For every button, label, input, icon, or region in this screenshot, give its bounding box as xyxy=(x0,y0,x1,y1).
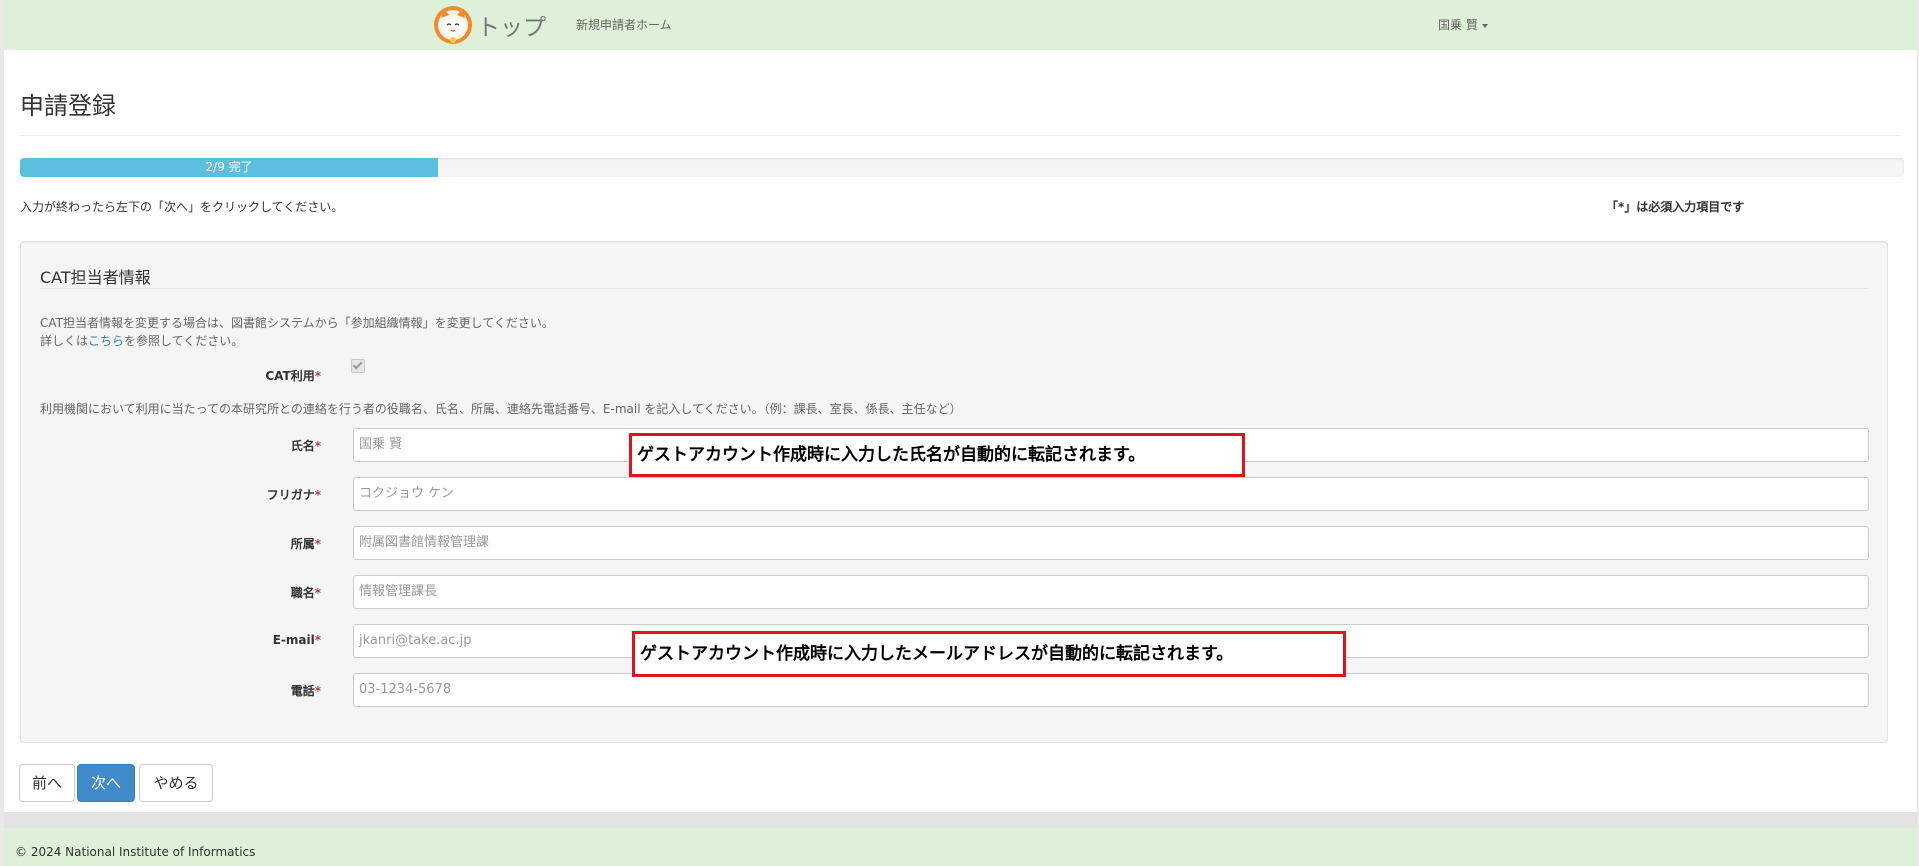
brand-label: トップ xyxy=(477,15,546,41)
position-label-text: 職名 xyxy=(290,586,315,600)
cat-usage-checkbox[interactable] xyxy=(351,359,365,373)
caret-down-icon xyxy=(1481,23,1488,28)
position-label: 職名* xyxy=(21,584,321,601)
footer: © 2024 National Institute of Informatics xyxy=(4,828,1917,866)
progress-track: 2/9 完了 xyxy=(20,158,1904,177)
page: トップ 新規申請者ホーム 国乗 賢 申請登録 2/9 完了 入力が終わったら左下… xyxy=(4,0,1917,866)
required-mark: * xyxy=(314,684,321,698)
help-text-contact: 利用機関において利用に当たっての本研究所との連絡を行う者の役職名、氏名、所属、連… xyxy=(40,402,962,416)
help-prefix: 詳しくは xyxy=(40,334,89,348)
next-button[interactable]: 次へ xyxy=(77,764,135,802)
required-mark: * xyxy=(314,537,321,551)
progress-bar: 2/9 完了 xyxy=(20,158,439,177)
phone-label-text: 電話 xyxy=(290,684,315,698)
required-mark: * xyxy=(314,633,321,647)
nav-link-new-applicant-home[interactable]: 新規申請者ホーム xyxy=(576,16,672,33)
cat-usage-label: CAT利用* xyxy=(21,367,321,384)
furigana-label: フリガナ* xyxy=(21,486,321,503)
footer-separator xyxy=(4,812,1917,828)
name-autofill-callout: ゲストアカウント作成時に入力した氏名が自動的に転記されます。 xyxy=(629,433,1245,477)
help-suffix: を参照してください。 xyxy=(124,334,244,348)
phone-label: 電話* xyxy=(21,682,321,699)
user-name: 国乗 賢 xyxy=(1438,18,1478,32)
required-mark: * xyxy=(314,369,321,383)
name-label-text: 氏名 xyxy=(290,439,315,453)
furigana-field[interactable]: コクジョウ ケン xyxy=(353,477,1869,511)
legend-divider xyxy=(40,288,1868,289)
prev-button[interactable]: 前へ xyxy=(19,764,75,802)
required-mark: * xyxy=(314,586,321,600)
title-divider xyxy=(20,135,1901,136)
copyright-text: © 2024 National Institute of Informatics xyxy=(15,845,256,859)
cancel-button[interactable]: やめる xyxy=(139,764,213,802)
affiliation-label: 所属* xyxy=(21,535,321,552)
furigana-label-text: フリガナ xyxy=(266,488,315,502)
required-note: 「*」は必須入力項目です xyxy=(1606,200,1745,214)
cat-logo-icon xyxy=(434,6,472,44)
email-autofill-callout: ゲストアカウント作成時に入力したメールアドレスが自動的に転記されます。 xyxy=(632,631,1346,677)
brand-home-link[interactable]: トップ xyxy=(432,4,546,46)
email-label-text: E-mail xyxy=(272,633,315,647)
help-text-details: 詳しくはこちらを参照してください。 xyxy=(40,332,243,349)
name-label: 氏名* xyxy=(21,437,321,454)
required-mark: * xyxy=(314,488,321,502)
affiliation-field[interactable]: 附属図書館情報管理課 xyxy=(353,526,1869,560)
position-field[interactable]: 情報管理課長 xyxy=(353,575,1869,609)
top-navbar: トップ 新規申請者ホーム 国乗 賢 xyxy=(4,0,1917,50)
email-label: E-mail* xyxy=(21,633,321,647)
page-title: 申請登録 xyxy=(20,92,116,120)
phone-field[interactable]: 03-1234-5678 xyxy=(353,673,1869,707)
section-legend: CAT担当者情報 xyxy=(40,268,151,287)
instruction-text: 入力が終わったら左下の「次へ」をクリックしてください。 xyxy=(20,200,344,214)
user-menu-dropdown[interactable]: 国乗 賢 xyxy=(1438,16,1488,33)
required-mark: * xyxy=(314,439,321,453)
help-text-change: CAT担当者情報を変更する場合は、図書館システムから「参加組織情報」を変更してく… xyxy=(40,316,554,330)
affiliation-label-text: 所属 xyxy=(290,537,315,551)
details-link[interactable]: こちら xyxy=(88,334,124,348)
cat-usage-text: CAT利用 xyxy=(265,369,315,383)
